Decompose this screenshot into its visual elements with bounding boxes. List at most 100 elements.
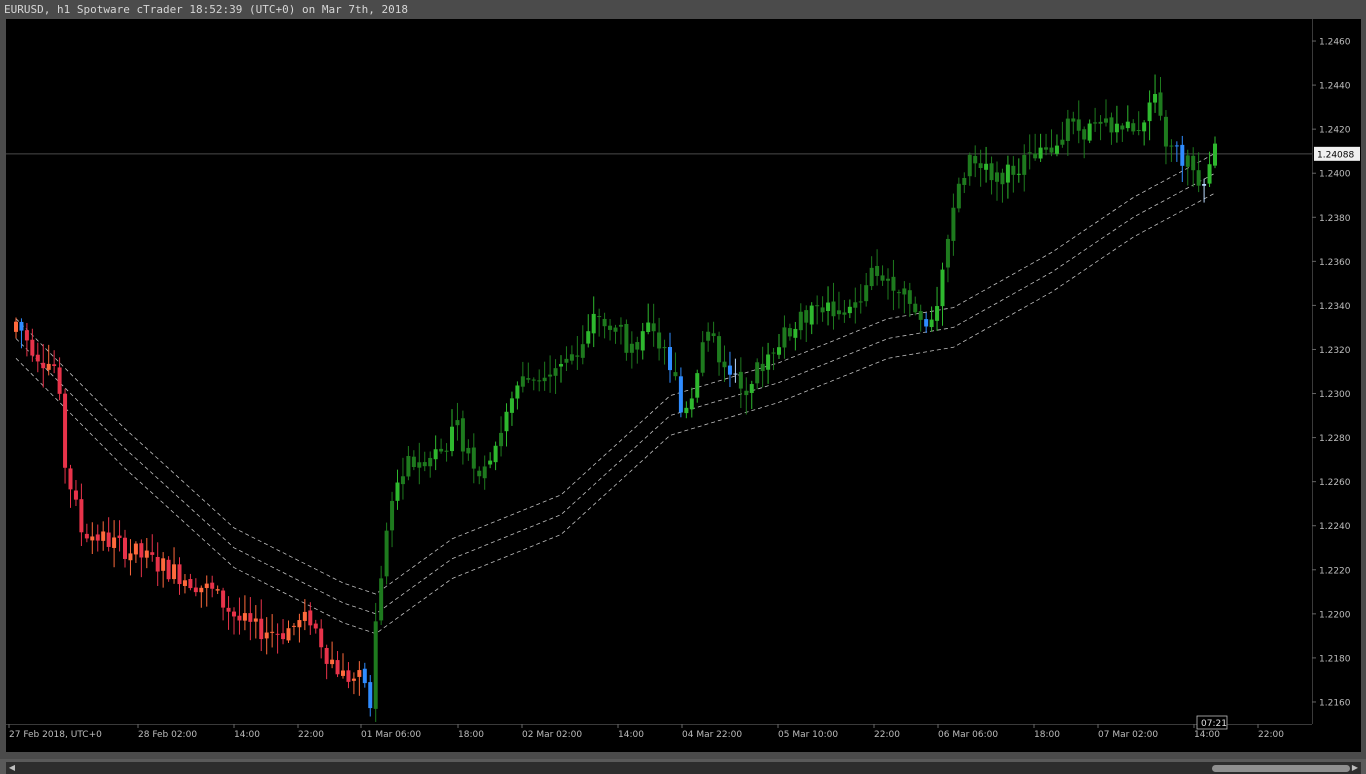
candle[interactable] xyxy=(144,538,149,569)
candle[interactable] xyxy=(646,303,651,335)
candle[interactable] xyxy=(929,306,934,332)
candle[interactable] xyxy=(1022,144,1027,192)
candle[interactable] xyxy=(1114,105,1119,143)
candle[interactable] xyxy=(210,575,215,598)
candle[interactable] xyxy=(1180,135,1185,183)
candle[interactable] xyxy=(880,265,885,286)
candle[interactable] xyxy=(940,262,945,326)
candle[interactable] xyxy=(1016,158,1021,183)
candle[interactable] xyxy=(362,662,367,688)
candle[interactable] xyxy=(1033,133,1038,161)
candle[interactable] xyxy=(831,282,836,330)
candle[interactable] xyxy=(1049,129,1054,157)
candle[interactable] xyxy=(242,595,247,631)
candle[interactable] xyxy=(215,585,220,595)
candle[interactable] xyxy=(455,402,460,441)
candle[interactable] xyxy=(150,534,155,562)
candle[interactable] xyxy=(281,619,286,645)
candle[interactable] xyxy=(63,388,68,484)
candle[interactable] xyxy=(52,350,57,374)
candle[interactable] xyxy=(1142,120,1147,146)
candle[interactable] xyxy=(509,391,514,426)
candle[interactable] xyxy=(335,651,340,678)
candle[interactable] xyxy=(193,578,198,597)
candle[interactable] xyxy=(166,556,171,582)
candle[interactable] xyxy=(1076,100,1081,144)
candle[interactable] xyxy=(68,464,73,508)
candle[interactable] xyxy=(79,483,84,546)
candle[interactable] xyxy=(597,308,602,337)
candle[interactable] xyxy=(760,346,765,388)
candle[interactable] xyxy=(1191,147,1196,188)
candle[interactable] xyxy=(161,552,166,588)
candle[interactable] xyxy=(689,387,694,418)
candle[interactable] xyxy=(537,369,542,392)
candle[interactable] xyxy=(902,281,907,314)
candle[interactable] xyxy=(73,480,78,506)
candle[interactable] xyxy=(199,585,204,608)
candle[interactable] xyxy=(253,605,258,639)
candle[interactable] xyxy=(1065,109,1070,156)
candle[interactable] xyxy=(1093,107,1098,132)
candle[interactable] xyxy=(488,452,493,469)
candle[interactable] xyxy=(973,145,978,178)
candle[interactable] xyxy=(1207,151,1212,188)
candle[interactable] xyxy=(313,619,318,634)
candle[interactable] xyxy=(891,259,896,311)
candle[interactable] xyxy=(1147,90,1152,141)
candle[interactable] xyxy=(450,409,454,457)
candle[interactable] xyxy=(1202,178,1207,203)
candle[interactable] xyxy=(259,599,264,652)
candlestick-chart[interactable]: 1.2460 1.2440 1.2420 1.2400 1.2380 1.2360 1.23… xyxy=(6,19,1361,752)
candle[interactable] xyxy=(1087,119,1092,144)
candle[interactable] xyxy=(1060,121,1065,148)
candle[interactable] xyxy=(744,377,749,415)
candle[interactable] xyxy=(368,675,373,717)
candle[interactable] xyxy=(291,623,296,636)
candle[interactable] xyxy=(264,617,269,655)
candle[interactable] xyxy=(286,620,291,643)
candle[interactable] xyxy=(542,361,547,391)
candle[interactable] xyxy=(117,520,122,552)
candle[interactable] xyxy=(673,352,678,381)
scroll-left-icon[interactable]: ◀ xyxy=(7,762,17,774)
candle[interactable] xyxy=(847,299,852,319)
candle[interactable] xyxy=(1038,133,1043,163)
candle[interactable] xyxy=(978,149,983,187)
candle[interactable] xyxy=(629,331,634,369)
candle[interactable] xyxy=(482,455,487,490)
candle[interactable] xyxy=(858,284,863,314)
candle[interactable] xyxy=(984,146,989,183)
candle[interactable] xyxy=(684,401,689,419)
candle[interactable] xyxy=(618,317,623,345)
candle[interactable] xyxy=(1098,115,1103,141)
candle[interactable] xyxy=(989,156,994,195)
candle[interactable] xyxy=(112,520,117,568)
candle[interactable] xyxy=(302,599,307,631)
candle[interactable] xyxy=(248,597,253,641)
candle[interactable] xyxy=(842,299,847,323)
candle[interactable] xyxy=(188,573,193,591)
candle[interactable] xyxy=(864,272,869,307)
candle[interactable] xyxy=(1158,76,1163,121)
candle[interactable] xyxy=(35,342,40,373)
candle[interactable] xyxy=(935,286,940,331)
candle[interactable] xyxy=(564,346,569,372)
candle[interactable] xyxy=(787,323,792,341)
candle[interactable] xyxy=(1109,112,1114,145)
candle[interactable] xyxy=(635,336,640,364)
candle[interactable] xyxy=(875,249,880,286)
scrollbar-thumb[interactable] xyxy=(1212,765,1350,772)
candle[interactable] xyxy=(1005,155,1010,199)
candle[interactable] xyxy=(700,331,705,377)
candle[interactable] xyxy=(515,381,520,410)
candle[interactable] xyxy=(1163,110,1168,165)
candle[interactable] xyxy=(1196,152,1201,193)
candle[interactable] xyxy=(1000,168,1005,203)
candle[interactable] xyxy=(95,524,100,552)
candle[interactable] xyxy=(575,336,580,370)
candle[interactable] xyxy=(569,345,574,365)
candle[interactable] xyxy=(1125,105,1130,132)
candle[interactable] xyxy=(133,541,138,563)
candle[interactable] xyxy=(809,302,814,335)
